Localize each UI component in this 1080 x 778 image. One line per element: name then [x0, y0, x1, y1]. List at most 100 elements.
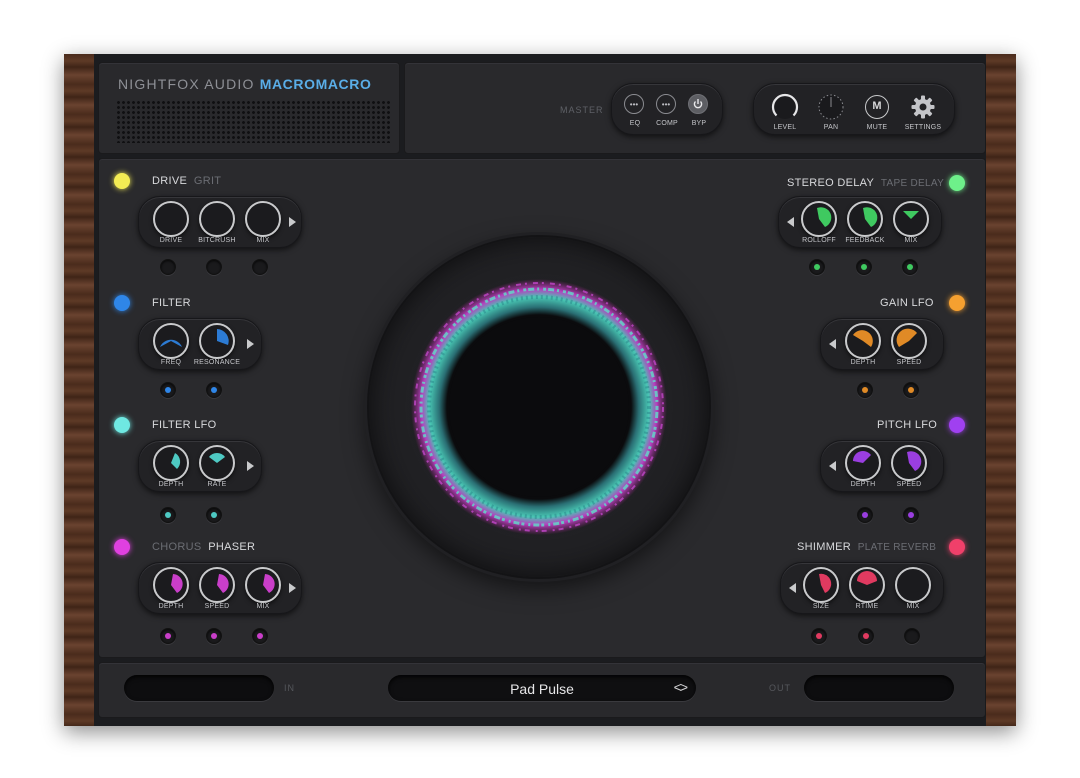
drive-enable-toggle[interactable]: [114, 173, 130, 189]
stereo-delay-name: STEREO DELAY: [787, 177, 875, 189]
drive-mix-knob[interactable]: [245, 201, 281, 237]
master-label: MASTER: [560, 105, 604, 115]
shimmer-mix-label: MIX: [906, 603, 920, 610]
preset-selector[interactable]: Pad Pulse <>: [388, 675, 696, 701]
comp-button[interactable]: ••• COMP: [656, 94, 678, 130]
comp-label: COMP: [656, 120, 678, 127]
rolloff-knob[interactable]: [801, 201, 837, 237]
drive-mod-jack-2[interactable]: [206, 259, 222, 275]
brand-panel: NIGHTFOX AUDIO MACROMACRO: [98, 62, 400, 154]
pitch-lfo-enable-toggle[interactable]: [949, 417, 965, 433]
mute-m-icon: M: [865, 95, 889, 119]
speaker-grill: [116, 100, 390, 143]
delay-mix-knob[interactable]: [893, 201, 929, 237]
preset-nav-icon[interactable]: <>: [674, 679, 688, 695]
settings-button[interactable]: SETTINGS: [905, 92, 941, 132]
delay-knob-group: ROLLOFF FEEDBACK MIX: [778, 196, 942, 248]
delay-mix-jack[interactable]: [902, 259, 918, 275]
rtime-jack[interactable]: [858, 628, 874, 644]
rolloff-jack[interactable]: [809, 259, 825, 275]
shimmer-name: SHIMMER: [797, 541, 852, 553]
resonance-mod-jack[interactable]: [206, 382, 222, 398]
shimmer-enable-toggle[interactable]: [949, 539, 965, 555]
delay-prev-arrow-icon[interactable]: [787, 217, 794, 227]
wood-side-left: [64, 54, 94, 726]
phaser-enable-toggle[interactable]: [114, 539, 130, 555]
gain-lfo-prev-arrow-icon[interactable]: [829, 339, 836, 349]
drive-name: DRIVE: [152, 175, 188, 187]
bitcrush-knob[interactable]: [199, 201, 235, 237]
gain-lfo-depth-jack[interactable]: [857, 382, 873, 398]
gain-lfo-speed-knob[interactable]: [891, 323, 927, 359]
pitch-lfo-speed-knob[interactable]: [891, 445, 927, 481]
filter-lfo-depth-jack[interactable]: [160, 507, 176, 523]
phaser-mix-jack[interactable]: [252, 628, 268, 644]
filter-title[interactable]: FILTER: [152, 297, 191, 309]
pitch-lfo-prev-arrow-icon[interactable]: [829, 461, 836, 471]
mute-button[interactable]: M MUTE: [862, 92, 892, 132]
phaser-next-arrow-icon[interactable]: [289, 583, 296, 593]
gain-lfo-enable-toggle[interactable]: [949, 295, 965, 311]
phaser-mix-knob[interactable]: [245, 567, 281, 603]
drive-knob-group: DRIVE BITCRUSH MIX: [138, 196, 302, 248]
brand-product: MACROMACRO: [259, 76, 372, 92]
gain-lfo-speed-jack[interactable]: [903, 382, 919, 398]
pitch-lfo-depth-knob[interactable]: [845, 445, 881, 481]
power-icon: [688, 94, 708, 114]
filter-lfo-enable-toggle[interactable]: [114, 417, 130, 433]
delay-title[interactable]: STEREO DELAY TAPE DELAY: [787, 177, 944, 189]
filter-knob-group: FREQ RESONANCE: [138, 318, 262, 370]
eq-button[interactable]: ••• EQ: [624, 94, 646, 130]
brand-prefix: NIGHTFOX AUDIO: [118, 76, 255, 92]
feedback-jack[interactable]: [856, 259, 872, 275]
size-jack[interactable]: [811, 628, 827, 644]
filter-lfo-knob-group: DEPTH RATE: [138, 440, 262, 492]
phaser-name: PHASER: [208, 541, 256, 553]
shimmer-title[interactable]: SHIMMER PLATE REVERB: [797, 541, 936, 553]
shimmer-prev-arrow-icon[interactable]: [789, 583, 796, 593]
filter-next-arrow-icon[interactable]: [247, 339, 254, 349]
phaser-speed-knob[interactable]: [199, 567, 235, 603]
filter-lfo-title[interactable]: FILTER LFO: [152, 419, 217, 431]
settings-label: SETTINGS: [904, 124, 942, 131]
gain-lfo-depth-knob[interactable]: [845, 323, 881, 359]
drive-knob[interactable]: [153, 201, 189, 237]
drive-next-arrow-icon[interactable]: [289, 217, 296, 227]
pan-knob[interactable]: PAN: [816, 92, 846, 132]
resonance-knob[interactable]: [199, 323, 235, 359]
delay-enable-toggle[interactable]: [949, 175, 965, 191]
filter-lfo-next-arrow-icon[interactable]: [247, 461, 254, 471]
phaser-speed-jack[interactable]: [206, 628, 222, 644]
size-knob[interactable]: [803, 567, 839, 603]
visualizer-ring-graphic: [411, 279, 667, 535]
pitch-lfo-speed-jack[interactable]: [903, 507, 919, 523]
level-knob[interactable]: LEVEL: [770, 92, 800, 132]
rtime-knob[interactable]: [849, 567, 885, 603]
brand-title: NIGHTFOX AUDIO MACROMACRO: [118, 76, 371, 92]
rtime-label: RTIME: [855, 603, 879, 610]
more-dots-icon: •••: [624, 94, 644, 114]
filter-lfo-rate-jack[interactable]: [206, 507, 222, 523]
phaser-depth-jack[interactable]: [160, 628, 176, 644]
pitch-lfo-title[interactable]: PITCH LFO: [877, 419, 937, 431]
in-label: IN: [284, 683, 295, 693]
bitcrush-knob-label: BITCRUSH: [198, 237, 236, 244]
feedback-knob[interactable]: [847, 201, 883, 237]
filter-lfo-rate-knob[interactable]: [199, 445, 235, 481]
freq-mod-jack[interactable]: [160, 382, 176, 398]
pitch-lfo-depth-label: DEPTH: [850, 481, 876, 488]
gain-lfo-title[interactable]: GAIN LFO: [880, 297, 934, 309]
phaser-title[interactable]: CHORUS PHASER: [152, 541, 255, 553]
drive-mod-jack-1[interactable]: [160, 259, 176, 275]
shimmer-knob-group: SIZE RTIME MIX: [780, 562, 944, 614]
shimmer-mix-knob[interactable]: [895, 567, 931, 603]
pitch-lfo-depth-jack[interactable]: [857, 507, 873, 523]
freq-knob[interactable]: [153, 323, 189, 359]
drive-mod-jack-3[interactable]: [252, 259, 268, 275]
filter-lfo-depth-knob[interactable]: [153, 445, 189, 481]
drive-title[interactable]: DRIVE GRIT: [152, 175, 221, 187]
bypass-button[interactable]: BYP: [688, 94, 710, 130]
shimmer-mix-jack[interactable]: [904, 628, 920, 644]
filter-enable-toggle[interactable]: [114, 295, 130, 311]
phaser-depth-knob[interactable]: [153, 567, 189, 603]
